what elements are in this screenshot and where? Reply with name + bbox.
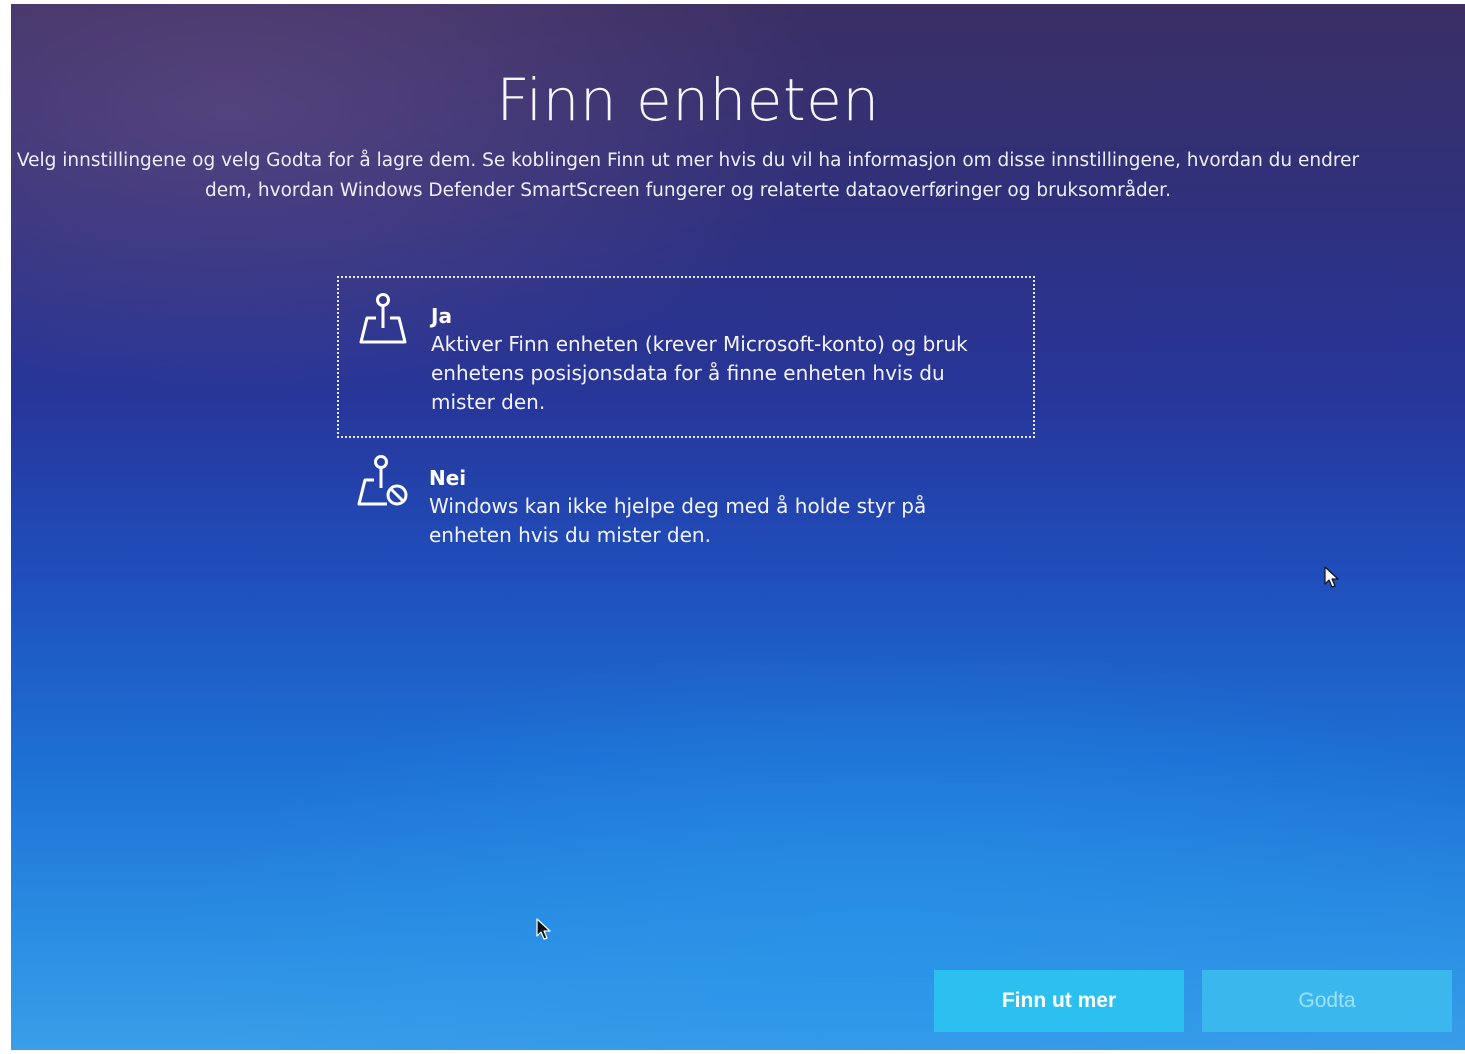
option-ja-heading: Ja — [431, 304, 452, 328]
location-blocked-icon — [357, 455, 408, 506]
location-map-icon — [359, 293, 407, 344]
option-nei-description: Windows kan ikke hjelpe deg med å holde … — [429, 494, 927, 547]
page-description: Velg innstillingene og velg Godta for å … — [16, 150, 1360, 201]
oobe-screen: Finn enheten Velg innstillingene og velg… — [11, 4, 1465, 1050]
mouse-cursor-icon — [536, 918, 551, 940]
learn-more-button[interactable]: Finn ut mer — [934, 970, 1184, 1032]
option-ja[interactable]: Ja Aktiver Finn enheten (krever Microsof… — [337, 276, 1035, 438]
option-nei[interactable]: Nei Windows kan ikke hjelpe deg med å ho… — [337, 444, 1035, 554]
page-title: Finn enheten — [496, 66, 880, 134]
mouse-cursor-icon — [1324, 566, 1339, 588]
option-ja-description: Aktiver Finn enheten (krever Microsoft-k… — [431, 332, 968, 414]
option-nei-heading: Nei — [429, 466, 467, 490]
accept-button[interactable]: Godta — [1202, 970, 1452, 1032]
